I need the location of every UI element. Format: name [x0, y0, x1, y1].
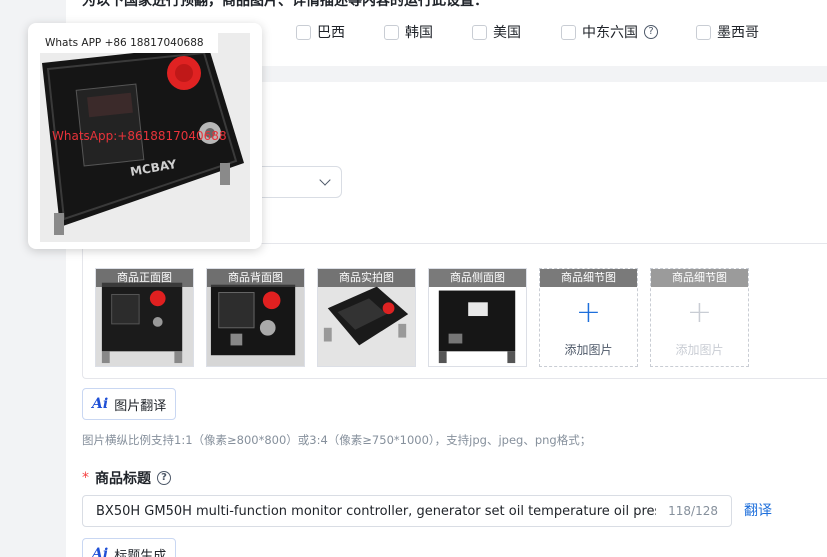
- country-section-heading: 为以下国家进行预翻，商品图片、详情描述等内容的运行此设置：: [82, 0, 488, 9]
- slot-label: 商品背面图: [207, 269, 304, 287]
- country-option-mexico[interactable]: 墨西哥: [696, 22, 759, 42]
- slot-label: 商品实拍图: [318, 269, 415, 287]
- button-label: 图片翻译: [114, 398, 167, 414]
- country-option-brazil[interactable]: 巴西: [296, 22, 345, 42]
- checkbox[interactable]: [696, 24, 711, 40]
- translate-link[interactable]: 翻译: [744, 500, 772, 520]
- image-slot-real-shot[interactable]: 商品实拍图: [317, 268, 416, 367]
- product-title-input[interactable]: BX50H GM50H multi-function monitor contr…: [82, 495, 732, 527]
- checkbox[interactable]: [384, 24, 399, 40]
- add-image-label: 添加图片: [564, 343, 613, 357]
- product-title-label: * 商品标题 ?: [82, 468, 171, 488]
- chevron-down-icon: [319, 174, 331, 186]
- plus-icon: +: [686, 295, 713, 330]
- checkbox[interactable]: [472, 24, 487, 40]
- image-slot-detail-add[interactable]: 商品细节图 + 添加图片: [539, 268, 638, 367]
- plus-icon: +: [575, 295, 602, 330]
- checkbox[interactable]: [561, 24, 576, 40]
- image-slot-detail-add-disabled: 商品细节图 + 添加图片: [650, 268, 749, 367]
- required-mark: *: [82, 470, 89, 486]
- preview-image: Whats APP +86 18817040688 WhatsApp:+8618…: [40, 33, 250, 242]
- title-generate-button[interactable]: Ai 标题生成: [82, 538, 177, 557]
- slot-label: 商品细节图: [651, 269, 748, 287]
- checkbox[interactable]: [296, 24, 311, 40]
- select-dropdown[interactable]: [256, 166, 342, 198]
- image-slot-back[interactable]: 商品背面图: [206, 268, 305, 367]
- country-option-middle-east[interactable]: 中东六国 ?: [561, 22, 658, 42]
- slot-label: 商品正面图: [96, 269, 193, 287]
- character-counter: 118/128: [668, 504, 718, 518]
- country-option-usa[interactable]: 美国: [472, 22, 521, 42]
- image-slot-front[interactable]: 商品正面图: [95, 268, 194, 367]
- slot-label: 商品侧面图: [429, 269, 526, 287]
- image-translate-button[interactable]: Ai 图片翻译: [82, 388, 177, 420]
- help-icon[interactable]: ?: [644, 25, 658, 39]
- ai-icon: Ai: [92, 546, 109, 557]
- add-image-label: 添加图片: [675, 343, 724, 357]
- whatsapp-contact-text: Whats APP +86 18817040688: [40, 33, 218, 53]
- image-slot-side[interactable]: 商品侧面图: [428, 268, 527, 367]
- help-icon[interactable]: ?: [157, 471, 171, 485]
- ai-icon: Ai: [92, 396, 109, 412]
- watermark: WhatsApp:+8618817040688: [52, 129, 227, 143]
- button-label: 标题生成: [114, 548, 167, 557]
- country-option-korea[interactable]: 韩国: [384, 22, 433, 42]
- slot-label: 商品细节图: [540, 269, 637, 287]
- image-format-hint: 图片横纵比例支持1:1（像素≥800*800）或3:4（像素≥750*1000）…: [82, 433, 592, 447]
- product-title-value[interactable]: BX50H GM50H multi-function monitor contr…: [96, 504, 656, 519]
- image-preview-popover: Whats APP +86 18817040688 WhatsApp:+8618…: [28, 23, 262, 249]
